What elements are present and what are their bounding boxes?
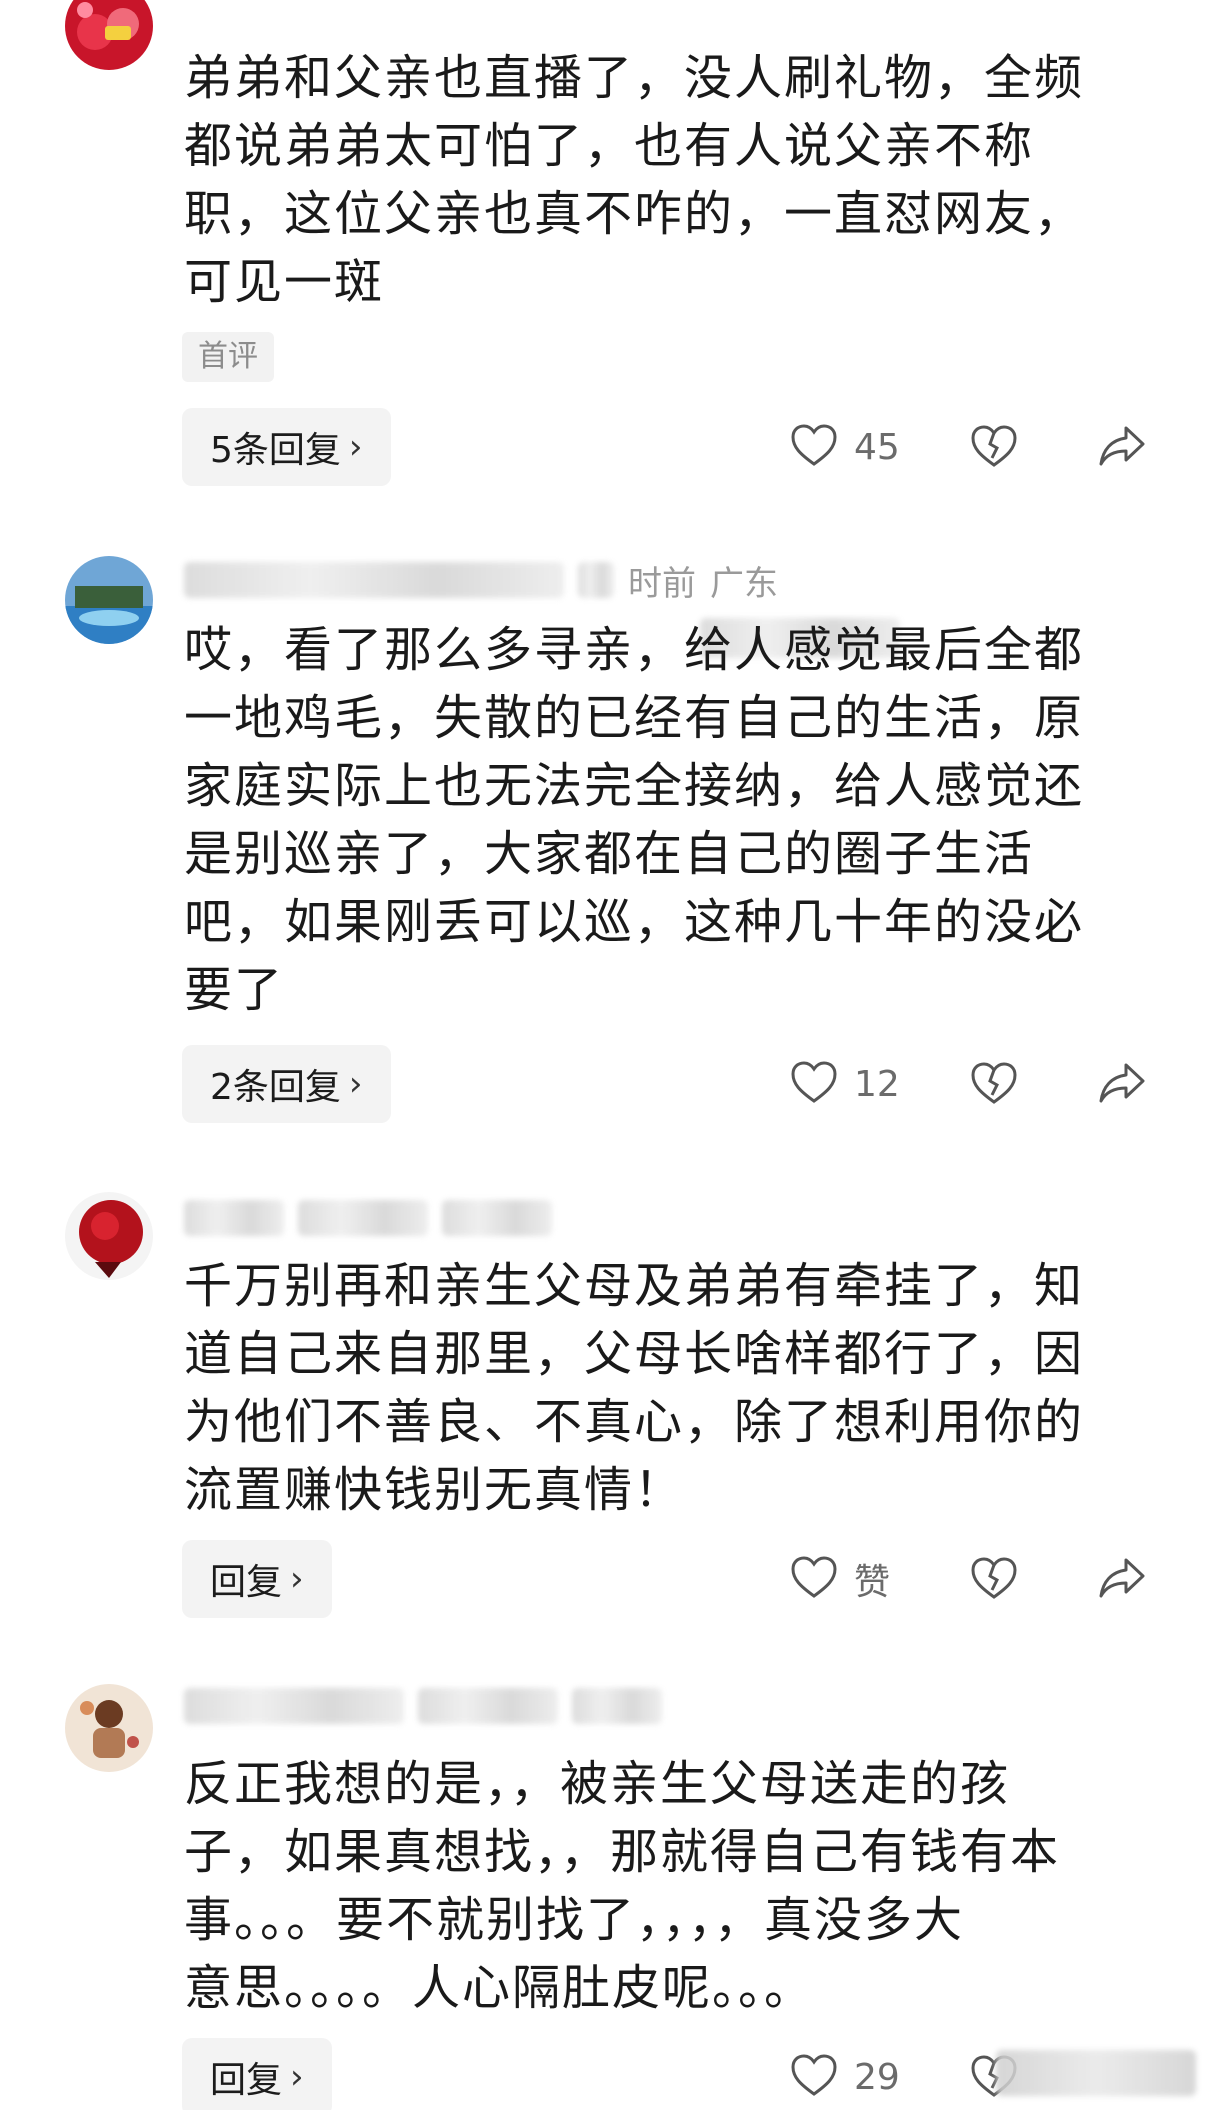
avatar[interactable] — [65, 1684, 153, 1772]
comment-text: 弟弟和父亲也直播了，没人刷礼物，全频 都说弟弟太可怕了，也有人说父亲不称 职，这… — [184, 50, 1085, 310]
like-button[interactable]: 29 — [790, 2038, 900, 2110]
comment-list: 弟弟和父亲也直播了，没人刷礼物，全频 都说弟弟太可怕了，也有人说父亲不称 职，这… — [0, 0, 1216, 2110]
broken-heart-icon[interactable] — [970, 1061, 1018, 1109]
blurred-time — [418, 1688, 558, 1724]
blurred-username — [184, 1200, 284, 1236]
broken-heart-icon[interactable] — [970, 424, 1018, 472]
comment-time: 时前 — [628, 563, 696, 604]
avatar[interactable] — [65, 1192, 153, 1280]
comment-actions: 12 — [790, 1045, 1170, 1123]
avatar[interactable] — [65, 556, 153, 644]
like-button[interactable]: 赞 — [790, 1540, 890, 1618]
blurred-location — [442, 1200, 552, 1236]
avatar[interactable] — [65, 0, 153, 70]
comment-text: 千万别再和亲生父母及弟弟有牵挂了，知 道自己来自那里，父母长啥样都行了，因 为他… — [184, 1258, 1085, 1518]
view-replies-button[interactable]: 5条回复 › — [182, 408, 391, 486]
broken-heart-icon[interactable] — [970, 1556, 1018, 1604]
heart-outline-icon — [790, 1060, 838, 1108]
blurred-time — [298, 1200, 428, 1236]
heart-outline-icon — [790, 2053, 838, 2101]
view-replies-button[interactable]: 2条回复 › — [182, 1045, 391, 1123]
reply-label: 2条回复 — [210, 1067, 341, 1108]
reply-label: 5条回复 — [210, 430, 341, 471]
chevron-right-icon: › — [290, 2057, 304, 2097]
comment-text: 反正我想的是，，被亲生父母送走的孩 子，如果真想找，，那就得自己有钱有本 事。。… — [184, 1756, 1061, 2016]
like-count: 赞 — [854, 1562, 891, 1603]
heart-outline-icon — [790, 423, 838, 471]
reply-label: 回复 — [210, 1562, 283, 1603]
reply-label: 回复 — [210, 2060, 283, 2101]
like-button[interactable]: 12 — [790, 1045, 900, 1123]
share-arrow-icon[interactable] — [1098, 1061, 1146, 1109]
blurred-time — [578, 562, 614, 598]
first-comment-tag: 首评 — [182, 332, 274, 382]
heart-outline-icon — [790, 1555, 838, 1603]
blurred-username — [184, 562, 564, 598]
comment-actions: 赞 — [790, 1540, 1170, 1618]
share-arrow-icon[interactable] — [1098, 1556, 1146, 1604]
like-count: 45 — [854, 426, 900, 468]
comment-location: 广东 — [710, 563, 778, 604]
comment-meta: 时前 广东 — [184, 558, 778, 604]
like-count: 29 — [854, 2056, 900, 2098]
blurred-watermark — [996, 2050, 1196, 2096]
comment-meta — [184, 1196, 552, 1240]
like-button[interactable]: 45 — [790, 408, 900, 486]
chevron-right-icon: › — [348, 427, 363, 467]
comment-actions: 45 — [790, 408, 1170, 486]
blurred-location — [572, 1688, 662, 1724]
reply-button[interactable]: 回复 › — [182, 1540, 332, 1618]
reply-button[interactable]: 回复 › — [182, 2038, 332, 2110]
like-count: 12 — [854, 1063, 900, 1105]
chevron-right-icon: › — [290, 1559, 304, 1599]
blurred-username — [184, 1688, 404, 1724]
chevron-right-icon: › — [348, 1064, 363, 1104]
share-arrow-icon[interactable] — [1098, 424, 1146, 472]
comment-meta — [184, 1684, 662, 1728]
comment-text: 哎，看了那么多寻亲，给人感觉最后全都 一地鸡毛，失散的已经有自己的生活，原 家庭… — [184, 622, 1085, 1018]
